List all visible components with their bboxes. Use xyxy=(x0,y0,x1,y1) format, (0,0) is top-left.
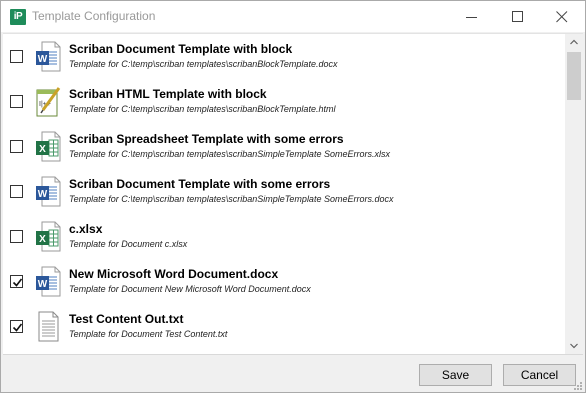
checkmark-icon xyxy=(12,278,23,287)
template-title: Scriban Document Template with some erro… xyxy=(69,177,331,191)
list-item[interactable]: W Scriban Document Template with block T… xyxy=(3,34,563,79)
title-bar[interactable]: iP Template Configuration xyxy=(1,1,585,32)
template-checkbox[interactable] xyxy=(10,140,23,153)
list-item[interactable]: Test Content Out.txt Template for Docume… xyxy=(3,304,563,349)
svg-text:W: W xyxy=(38,279,48,290)
template-path: Template for Document c.xlsx xyxy=(69,239,188,249)
chevron-down-icon xyxy=(570,343,578,349)
resize-grip-icon[interactable] xyxy=(573,381,583,391)
template-title: Scriban Document Template with block xyxy=(69,42,293,56)
text-file-icon xyxy=(35,311,61,342)
excel-spreadsheet-icon: X xyxy=(35,221,61,252)
template-title: c.xlsx xyxy=(69,222,103,236)
word-document-icon: W xyxy=(35,41,61,72)
list-item[interactable]: W Scriban Document Template with some er… xyxy=(3,169,563,214)
svg-text:X: X xyxy=(39,234,46,245)
checkmark-icon xyxy=(12,323,23,332)
close-icon xyxy=(556,11,568,23)
vertical-scrollbar[interactable] xyxy=(565,34,583,354)
svg-text:X: X xyxy=(39,144,46,155)
html-editor-icon: I|++ xyxy=(35,86,61,117)
template-title: New Microsoft Word Document.docx xyxy=(69,267,279,281)
maximize-button[interactable] xyxy=(495,1,541,32)
template-checkbox[interactable] xyxy=(10,95,23,108)
template-configuration-window: iP Template Configuration W Scriban Docu… xyxy=(0,0,586,393)
list-item[interactable]: X c.xlsx Template for Document c.xlsx xyxy=(3,214,563,259)
close-button[interactable] xyxy=(539,1,585,32)
cancel-button[interactable]: Cancel xyxy=(503,364,576,386)
scrollbar-thumb[interactable] xyxy=(567,52,581,100)
app-icon: iP xyxy=(10,9,26,25)
template-path: Template for Document New Microsoft Word… xyxy=(69,284,311,294)
template-checkbox[interactable] xyxy=(10,320,23,333)
save-button[interactable]: Save xyxy=(419,364,492,386)
template-checkbox[interactable] xyxy=(10,50,23,63)
template-list[interactable]: W Scriban Document Template with block T… xyxy=(3,33,583,355)
list-item[interactable]: I|++ Scriban HTML Template with block Te… xyxy=(3,79,563,124)
list-item[interactable]: X Scriban Spreadsheet Template with some… xyxy=(3,124,563,169)
word-document-icon: W xyxy=(35,176,61,207)
window-title: Template Configuration xyxy=(32,9,156,23)
template-path: Template for Document Test Content.txt xyxy=(69,329,228,339)
template-path: Template for C:\temp\scriban templates\s… xyxy=(69,149,390,159)
scroll-up-button[interactable] xyxy=(565,34,583,50)
template-title: Scriban HTML Template with block xyxy=(69,87,267,101)
svg-text:W: W xyxy=(38,189,48,200)
minimize-button[interactable] xyxy=(449,1,495,32)
svg-text:W: W xyxy=(38,54,48,65)
template-path: Template for C:\temp\scriban templates\s… xyxy=(69,104,336,114)
maximize-icon xyxy=(512,11,523,22)
template-title: Scriban Spreadsheet Template with some e… xyxy=(69,132,344,146)
template-path: Template for C:\temp\scriban templates\s… xyxy=(69,59,338,69)
template-checkbox[interactable] xyxy=(10,275,23,288)
template-checkbox[interactable] xyxy=(10,230,23,243)
excel-spreadsheet-icon: X xyxy=(35,131,61,162)
template-checkbox[interactable] xyxy=(10,185,23,198)
word-document-icon: W xyxy=(35,266,61,297)
scroll-down-button[interactable] xyxy=(565,338,583,354)
template-title: Test Content Out.txt xyxy=(69,312,184,326)
list-item[interactable]: W New Microsoft Word Document.docx Templ… xyxy=(3,259,563,304)
template-path: Template for C:\temp\scriban templates\s… xyxy=(69,194,394,204)
chevron-up-icon xyxy=(570,39,578,45)
minimize-icon xyxy=(466,17,477,18)
